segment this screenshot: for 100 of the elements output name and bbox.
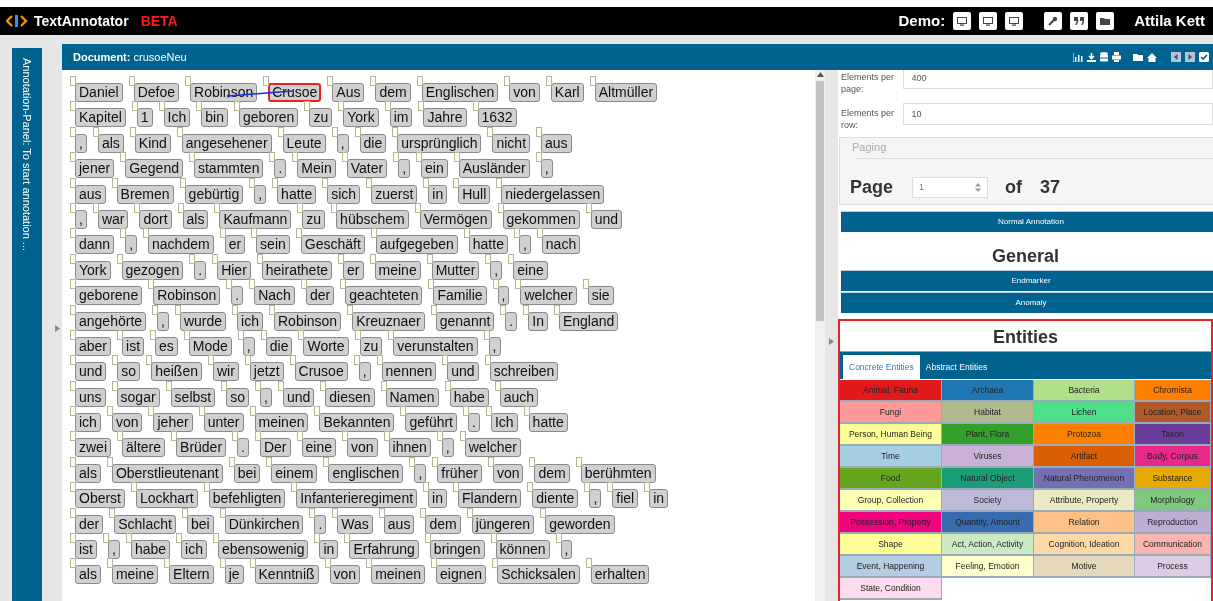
- entity-type-button[interactable]: Person, Human Being: [840, 424, 942, 446]
- word-token[interactable]: ,: [398, 159, 410, 179]
- marker-icon[interactable]: [103, 533, 109, 544]
- word-token[interactable]: können: [495, 540, 550, 560]
- marker-icon[interactable]: [388, 329, 395, 340]
- marker-icon[interactable]: [393, 152, 400, 163]
- marker-icon[interactable]: [370, 228, 377, 239]
- marker-icon[interactable]: [221, 380, 228, 391]
- marker-icon[interactable]: [269, 152, 276, 163]
- marker-icon[interactable]: [483, 329, 490, 340]
- marker-icon[interactable]: [214, 202, 221, 213]
- word-token[interactable]: ,: [125, 235, 138, 255]
- marker-icon[interactable]: [555, 533, 562, 544]
- page-field[interactable]: 1: [912, 177, 989, 198]
- word-token[interactable]: so: [117, 362, 141, 382]
- marker-icon[interactable]: [237, 329, 244, 340]
- word-token[interactable]: ,: [497, 286, 510, 306]
- marker-icon[interactable]: [249, 279, 256, 290]
- word-token[interactable]: Kind: [134, 133, 171, 153]
- marker-icon[interactable]: [430, 304, 437, 315]
- entity-type-button[interactable]: Reproduction: [1135, 512, 1211, 534]
- word-token[interactable]: hatte: [528, 413, 568, 433]
- word-token[interactable]: in: [319, 540, 339, 560]
- spinner-icon[interactable]: [975, 183, 982, 192]
- marker-icon[interactable]: [92, 202, 99, 213]
- marker-icon[interactable]: [219, 228, 226, 239]
- word-token[interactable]: 1632: [477, 108, 517, 128]
- marker-icon[interactable]: [515, 279, 522, 290]
- entity-type-button[interactable]: Morphology: [1135, 490, 1211, 512]
- word-token[interactable]: Der: [259, 438, 291, 458]
- marker-icon[interactable]: [416, 152, 422, 163]
- marker-icon[interactable]: [176, 533, 183, 544]
- word-token[interactable]: meine: [111, 565, 159, 585]
- word-token[interactable]: Kapitel: [75, 108, 126, 128]
- word-token[interactable]: eine: [513, 260, 548, 280]
- marker-icon[interactable]: [426, 253, 433, 264]
- marker-icon[interactable]: [125, 533, 132, 544]
- word-token[interactable]: und: [590, 209, 623, 229]
- entity-type-button[interactable]: Shape: [840, 534, 942, 556]
- marker-icon[interactable]: [504, 76, 511, 86]
- entity-type-button[interactable]: Plant, Flora: [942, 424, 1034, 446]
- entity-type-button[interactable]: Food: [840, 468, 942, 490]
- entity-type-button[interactable]: Lichen: [1034, 402, 1135, 424]
- marker-icon[interactable]: [254, 431, 261, 442]
- setting-field[interactable]: 400: [902, 70, 1213, 89]
- entity-type-button[interactable]: Possession, Property: [840, 512, 942, 534]
- word-token[interactable]: in: [649, 489, 669, 509]
- word-token[interactable]: zuerst: [371, 184, 418, 204]
- word-token[interactable]: auch: [499, 387, 539, 407]
- word-token[interactable]: habe: [130, 540, 171, 560]
- word-token[interactable]: Nach: [254, 286, 295, 306]
- word-token[interactable]: Ich: [490, 413, 518, 433]
- word-token[interactable]: England: [558, 311, 619, 331]
- marker-icon[interactable]: [370, 76, 377, 86]
- marker-icon[interactable]: [341, 152, 348, 163]
- entity-type-button[interactable]: Fungi: [840, 402, 942, 424]
- word-token[interactable]: ,: [490, 260, 503, 280]
- word-token[interactable]: in: [428, 489, 447, 509]
- word-token[interactable]: niedergelassen: [501, 184, 605, 204]
- marker-icon[interactable]: [323, 456, 330, 467]
- word-token[interactable]: Kenntniß: [254, 565, 319, 585]
- marker-icon[interactable]: [106, 456, 113, 467]
- word-token[interactable]: bin: [201, 108, 228, 128]
- word-token[interactable]: befehligten: [208, 489, 286, 509]
- word-token[interactable]: er: [343, 260, 364, 280]
- marker-icon[interactable]: [436, 431, 443, 442]
- marker-icon[interactable]: [535, 152, 542, 163]
- marker-icon[interactable]: [340, 279, 347, 290]
- marker-icon[interactable]: [256, 253, 263, 264]
- word-token[interactable]: Crusoe: [268, 83, 322, 102]
- word-token[interactable]: .: [194, 260, 207, 280]
- marker-icon[interactable]: [292, 152, 299, 163]
- word-token[interactable]: englischen: [328, 463, 404, 483]
- marker-icon[interactable]: [212, 533, 219, 544]
- word-token[interactable]: als: [97, 133, 124, 153]
- word-token[interactable]: ein: [421, 159, 448, 179]
- folder-button[interactable]: [1096, 12, 1115, 30]
- marker-icon[interactable]: [266, 456, 273, 467]
- marker-icon[interactable]: [297, 202, 304, 213]
- word-token[interactable]: ,: [108, 540, 120, 560]
- scroll-up-icon[interactable]: [816, 72, 824, 77]
- marker-icon[interactable]: [589, 76, 596, 86]
- marker-icon[interactable]: [353, 355, 360, 366]
- marker-icon[interactable]: [171, 431, 178, 442]
- marker-icon[interactable]: [269, 304, 275, 315]
- entity-type-button[interactable]: Act, Action, Activity: [942, 534, 1034, 556]
- word-token[interactable]: zu: [309, 108, 333, 128]
- marker-icon[interactable]: [70, 456, 76, 467]
- marker-icon[interactable]: [384, 101, 391, 112]
- marker-icon[interactable]: [70, 304, 76, 315]
- word-token[interactable]: Erfahrung: [349, 540, 419, 560]
- marker-icon[interactable]: [117, 329, 124, 340]
- marker-icon[interactable]: [70, 101, 76, 112]
- word-token[interactable]: Schicksalen: [497, 565, 580, 585]
- word-token[interactable]: genannt: [435, 311, 495, 331]
- marker-icon[interactable]: [152, 304, 159, 315]
- word-token[interactable]: sogar: [116, 387, 160, 407]
- entity-type-button[interactable]: Relation: [1034, 512, 1135, 534]
- word-token[interactable]: ,: [540, 159, 553, 179]
- word-token[interactable]: ,: [254, 184, 267, 204]
